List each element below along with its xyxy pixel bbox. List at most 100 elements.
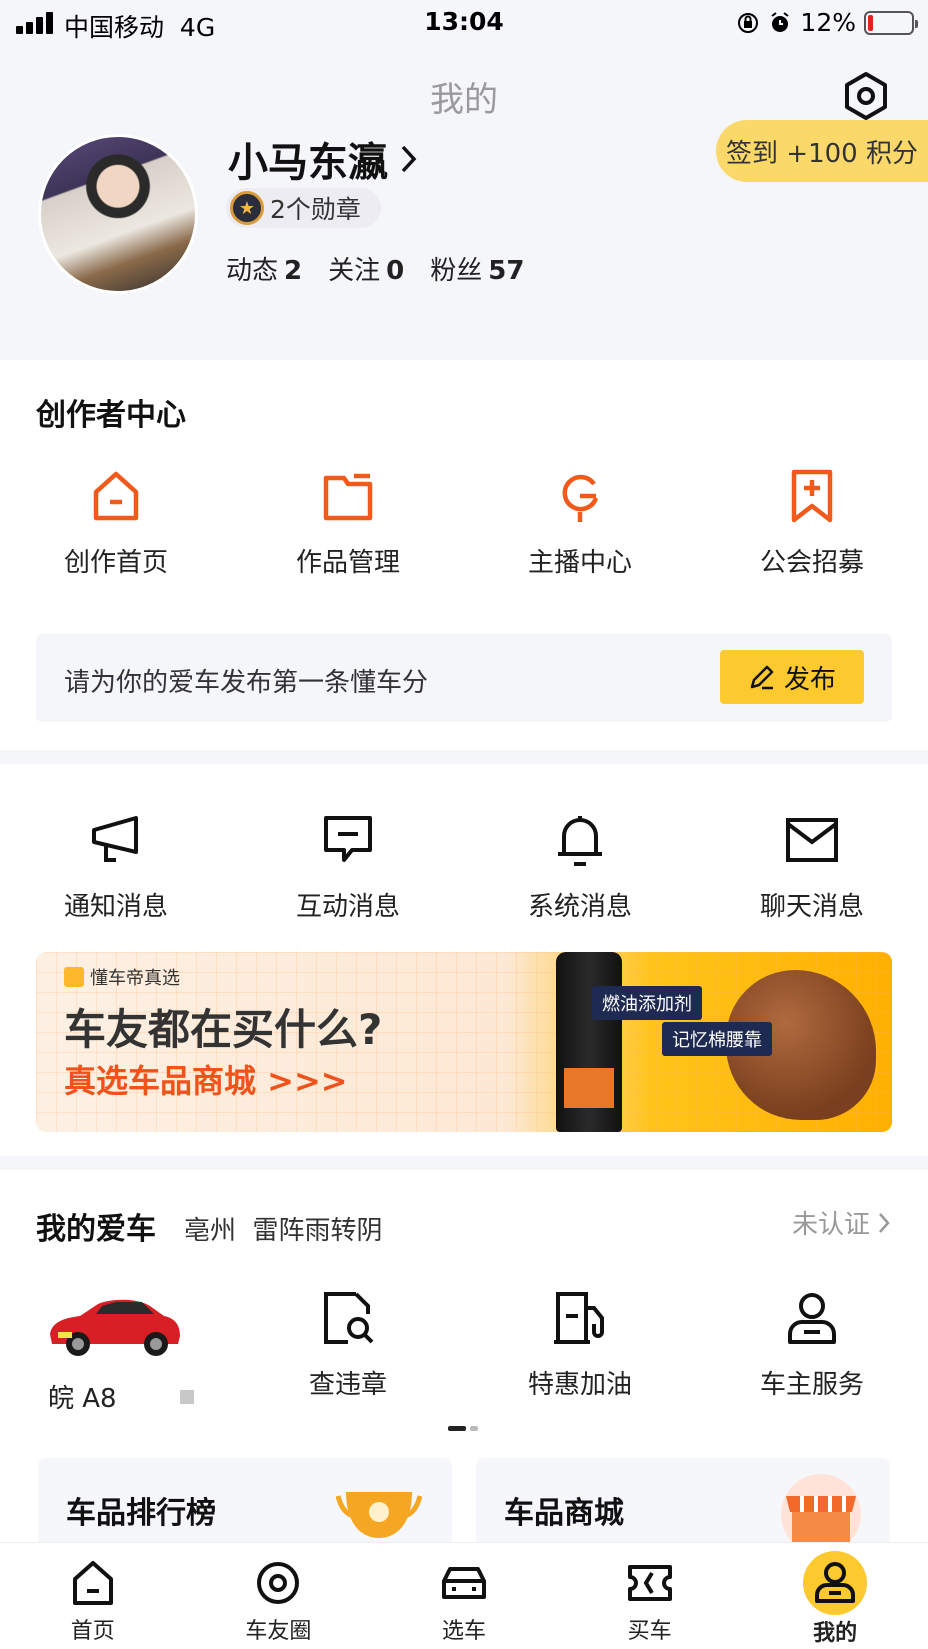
message-item-system[interactable]: 系统消息	[464, 810, 696, 923]
folder-icon	[323, 473, 373, 521]
banner-subheadline: 真选车品商城 >>>	[64, 1062, 348, 1100]
medals-badge[interactable]: ★ 2个勋章	[226, 188, 381, 228]
tab-label: 首页	[70, 1619, 115, 1644]
message-item-interaction[interactable]: 互动消息	[232, 810, 464, 923]
publish-button[interactable]: 发布	[720, 650, 864, 704]
tab-profile[interactable]: 我的	[742, 1543, 928, 1649]
car-services-grid: 查违章 特惠加油 车主服务	[0, 1288, 928, 1401]
service-item-label: 车主服务	[759, 1370, 864, 1400]
creator-home-icon	[93, 471, 139, 521]
profile-header: 我的 签到 +100 积分 小马东瀛 ★ 2个勋章 动态 2 关注 0 粉丝 57	[0, 48, 928, 360]
chat-bubble-icon	[324, 816, 372, 862]
car-slot-placeholder	[0, 1288, 232, 1401]
battery-percent: 12%	[800, 8, 856, 37]
profile-stats: 动态 2 关注 0 粉丝 57	[226, 250, 524, 287]
my-car-header: 我的爱车 亳州 雷阵雨转阴	[36, 1204, 383, 1248]
creator-item-home[interactable]: 创作首页	[0, 466, 232, 579]
message-item-label: 系统消息	[527, 892, 632, 922]
brand-logo-icon	[64, 967, 84, 987]
tab-buy-car[interactable]: 买车	[557, 1543, 743, 1649]
stat-label: 动态	[226, 256, 279, 286]
medal-icon: ★	[230, 191, 264, 225]
stat-value: 2	[284, 256, 303, 286]
bell-icon	[558, 816, 602, 866]
chevron-right-icon	[401, 145, 417, 173]
service-item-fuel[interactable]: 特惠加油	[464, 1288, 696, 1401]
creator-center-card: 创作者中心 创作首页 作品管理 主播中心 公会招募 请为你的爱车发布第一条懂车分	[0, 360, 928, 750]
service-item-label: 查违章	[308, 1370, 387, 1400]
stat-value: 0	[386, 256, 405, 286]
creator-item-guild[interactable]: 公会招募	[696, 466, 928, 579]
page-title: 我的	[430, 80, 498, 120]
stat-posts[interactable]: 动态 2	[226, 250, 302, 287]
stat-label: 粉丝	[430, 256, 483, 286]
creator-item-works[interactable]: 作品管理	[232, 466, 464, 579]
status-bar: 中国移动 4G 13:04 12%	[0, 0, 928, 48]
creator-grid: 创作首页 作品管理 主播中心 公会招募	[0, 466, 928, 579]
banner-headline: 车友都在买什么?	[64, 1005, 383, 1054]
page-indicator	[448, 1426, 478, 1431]
pencil-icon	[750, 665, 774, 690]
message-item-notice[interactable]: 通知消息	[0, 810, 232, 923]
alarm-icon	[771, 11, 790, 32]
messages-card: 通知消息 互动消息 系统消息 聊天消息 懂车帝真选 车友都在买什么? 真选车品商…	[0, 764, 928, 1156]
profile-icon	[815, 1562, 856, 1603]
message-item-label: 通知消息	[63, 892, 168, 922]
publish-prompt-bar: 请为你的爱车发布第一条懂车分 发布	[36, 634, 892, 722]
creator-item-anchor[interactable]: 主播中心	[464, 466, 696, 579]
banner-logo: 懂车帝真选	[64, 964, 180, 990]
service-item-owner[interactable]: 车主服务	[696, 1288, 928, 1401]
battery-icon	[864, 10, 918, 35]
banner-logo-text: 懂车帝真选	[90, 968, 180, 989]
message-item-label: 聊天消息	[759, 892, 864, 922]
owner-service-icon	[788, 1293, 836, 1344]
city-name: 亳州	[184, 1216, 237, 1246]
rotation-lock-icon	[738, 12, 759, 33]
microphone-icon	[562, 474, 599, 522]
stat-label: 关注	[328, 256, 381, 286]
verification-link[interactable]: 未认证	[792, 1204, 892, 1241]
publish-prompt: 请为你的爱车发布第一条懂车分	[64, 668, 429, 698]
stat-value: 57	[488, 256, 525, 286]
tab-label: 我的	[813, 1621, 858, 1646]
verification-status: 未认证	[791, 1210, 870, 1240]
banner-tag-cushion: 记忆棉腰靠	[662, 1022, 772, 1056]
creator-item-label: 公会招募	[759, 548, 864, 578]
stat-followers[interactable]: 粉丝 57	[430, 250, 524, 287]
banner-tag-additive: 燃油添加剂	[592, 986, 702, 1020]
publish-label: 发布	[783, 664, 836, 695]
my-car-location: 亳州 雷阵雨转阴	[184, 1210, 383, 1247]
megaphone-icon	[92, 816, 138, 862]
settings-button[interactable]	[840, 70, 892, 122]
tab-label: 买车	[627, 1619, 672, 1644]
my-car-title: 我的爱车	[36, 1212, 156, 1247]
violation-search-icon	[324, 1292, 374, 1344]
checkin-button[interactable]: 签到 +100 积分	[716, 120, 928, 182]
message-item-label: 互动消息	[295, 892, 400, 922]
tab-home[interactable]: 首页	[0, 1543, 186, 1649]
car-icon	[441, 1567, 486, 1599]
creator-item-label: 主播中心	[527, 548, 632, 578]
envelope-icon	[786, 818, 838, 862]
tile-title: 车品商城	[504, 1496, 624, 1531]
bookmark-plus-icon	[791, 469, 833, 523]
status-right: 12%	[736, 8, 918, 37]
bottom-tab-bar: 首页 车友圈 选车 买车 我的	[0, 1542, 928, 1649]
tab-label: 选车	[441, 1619, 486, 1644]
tab-choose-car[interactable]: 选车	[371, 1543, 557, 1649]
home-icon	[72, 1561, 113, 1605]
chevron-right-icon	[879, 1212, 890, 1233]
tab-community[interactable]: 车友圈	[186, 1543, 372, 1649]
ticket-icon	[627, 1565, 672, 1601]
tab-active-indicator	[803, 1551, 868, 1615]
message-item-chat[interactable]: 聊天消息	[696, 810, 928, 923]
battery-level	[868, 14, 874, 31]
username-link[interactable]: 小马东瀛	[228, 130, 420, 188]
promo-banner[interactable]: 懂车帝真选 车友都在买什么? 真选车品商城 >>> 燃油添加剂 记忆棉腰靠	[36, 952, 892, 1132]
community-icon	[257, 1558, 301, 1604]
avatar[interactable]	[38, 134, 198, 294]
service-item-violation[interactable]: 查违章	[232, 1288, 464, 1401]
fuel-pump-icon	[554, 1292, 604, 1344]
stat-following[interactable]: 关注 0	[328, 250, 404, 287]
settings-hexagon-icon	[845, 72, 887, 120]
